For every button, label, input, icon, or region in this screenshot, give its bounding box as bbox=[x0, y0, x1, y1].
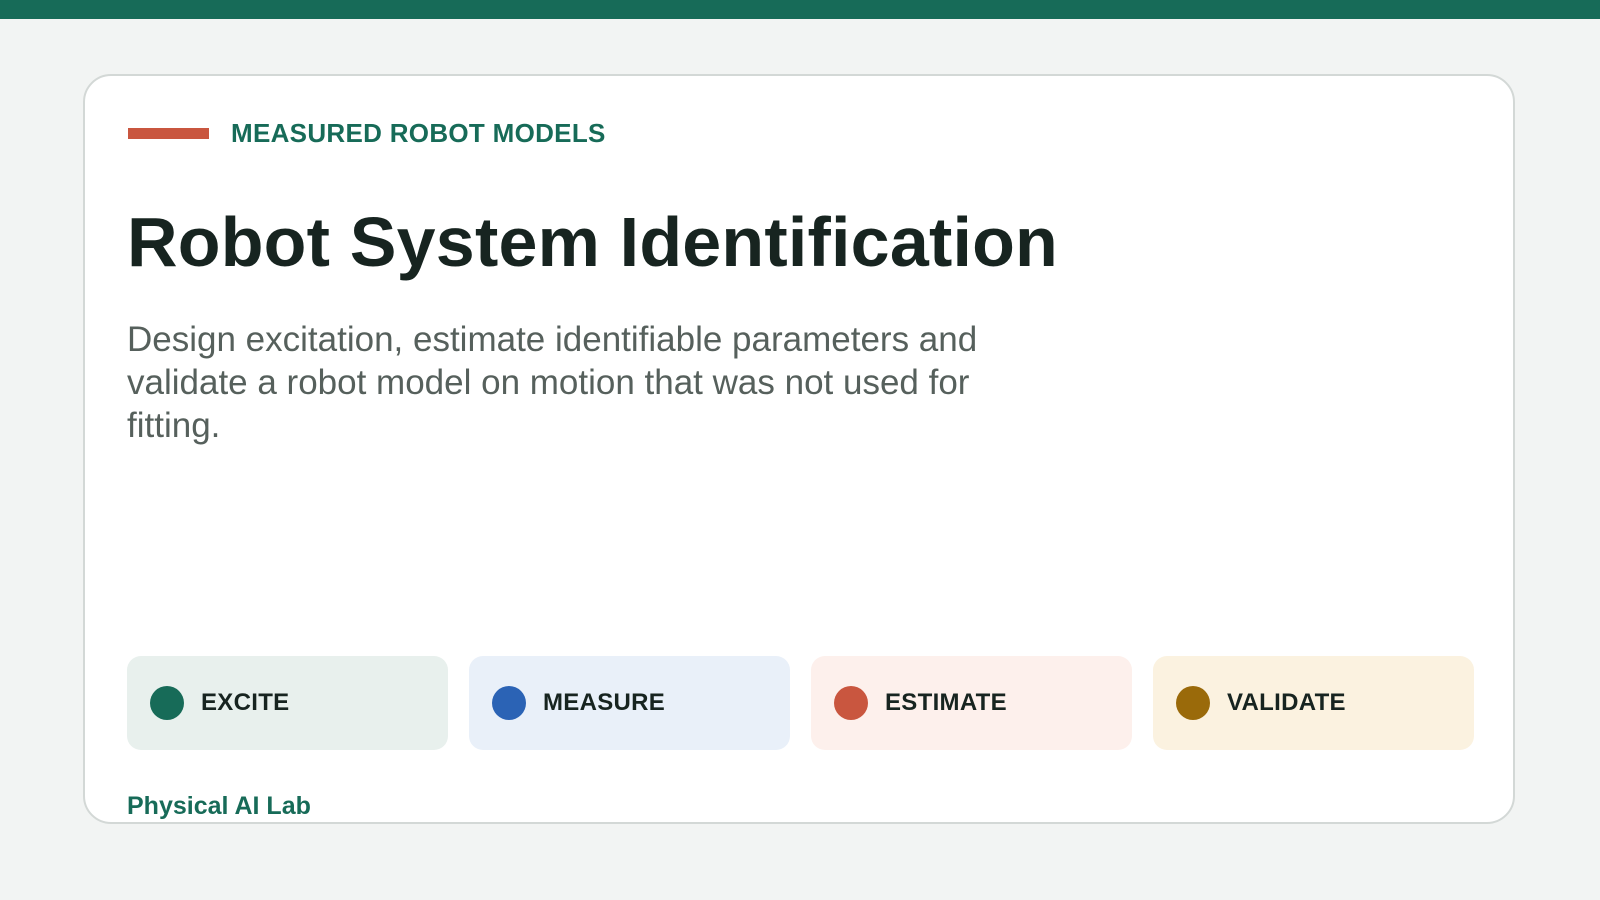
eyebrow-accent-bar bbox=[128, 128, 209, 139]
step-chip-validate: VALIDATE bbox=[1153, 656, 1474, 750]
eyebrow: MEASURED ROBOT MODELS bbox=[128, 118, 606, 149]
step-chip-excite: EXCITE bbox=[127, 656, 448, 750]
dot-icon bbox=[492, 686, 526, 720]
step-label: VALIDATE bbox=[1227, 689, 1346, 716]
dot-icon bbox=[150, 686, 184, 720]
step-list: EXCITE MEASURE ESTIMATE VALIDATE bbox=[127, 656, 1474, 750]
step-label: EXCITE bbox=[201, 689, 290, 716]
title-card: MEASURED ROBOT MODELS Robot System Ident… bbox=[83, 74, 1515, 824]
dot-icon bbox=[1176, 686, 1210, 720]
top-accent-bar bbox=[0, 0, 1600, 19]
dot-icon bbox=[834, 686, 868, 720]
footer-lab-name: Physical AI Lab bbox=[127, 792, 311, 820]
page-subtitle: Design excitation, estimate identifiable… bbox=[127, 320, 978, 445]
eyebrow-label: MEASURED ROBOT MODELS bbox=[231, 118, 606, 148]
page-title: Robot System Identification bbox=[127, 203, 1059, 281]
step-chip-estimate: ESTIMATE bbox=[811, 656, 1132, 750]
step-label: ESTIMATE bbox=[885, 689, 1007, 716]
step-label: MEASURE bbox=[543, 689, 666, 716]
step-chip-measure: MEASURE bbox=[469, 656, 790, 750]
